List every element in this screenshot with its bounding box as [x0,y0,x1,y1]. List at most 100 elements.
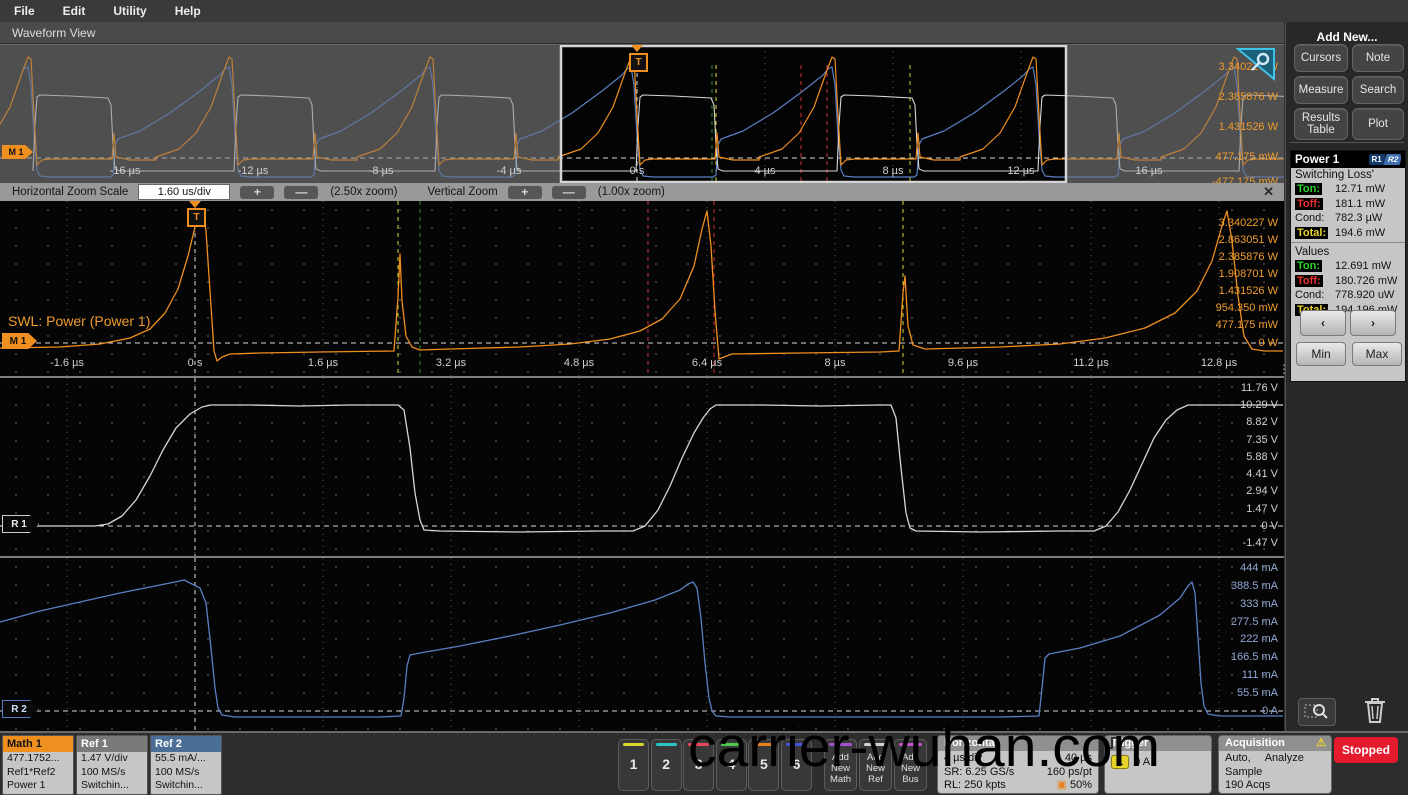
horizontal-zoom-scale-input[interactable]: 1.60 us/div [138,184,231,200]
add-new-measure-button[interactable]: Measure [1294,76,1348,104]
current-y-label: 166.5 mA [1230,651,1278,663]
menu-file[interactable]: File [0,4,49,18]
current-waveform-panel[interactable]: R 2 444 mA 388.5 mA 333 mA 277.5 mA 222 mA 16… [0,558,1284,731]
power-y-label: 2.385876 W [1218,251,1278,263]
acq-mode: Auto, [1225,752,1251,764]
record-length: RL: 250 kpts [944,779,1006,791]
voltage-y-label: 7.35 V [1246,434,1278,446]
channel-badge-ref2[interactable]: Ref 2 55.5 mA/... 100 MS/s Switchin... [150,735,222,795]
sidebar-divider [1290,142,1404,143]
badge-row: Power 1 [7,779,46,791]
zoom-toolbar: Horizontal Zoom Scale 1.60 us/div + — (2… [0,183,1284,201]
add-new-cursors-button[interactable]: Cursors [1294,44,1348,72]
channel-color-stripe [655,743,677,746]
overview-y-label: 1.431526 W [1218,121,1278,133]
channel-badge-ref1[interactable]: Ref 1 1.47 V/div 100 MS/s Switchin... [76,735,148,795]
badge-row: Ref1*Ref2 [7,765,56,778]
menu-utility[interactable]: Utility [99,4,160,18]
overview-trigger-marker[interactable]: T [629,53,648,72]
time-axis-tick: 8 µs [824,357,846,369]
menu-edit[interactable]: Edit [49,4,100,18]
hzoom-minus-button[interactable]: — [284,185,319,199]
run-stop-button[interactable]: Stopped [1334,737,1398,763]
vzoom-minus-button[interactable]: — [551,185,586,199]
watermark: carrier-wuhan.com [688,715,1160,779]
voltage-waveform-panel[interactable]: R 1 11.76 V 10.29 V 8.82 V 7.35 V 5.88 V 4.41… [0,378,1284,556]
current-y-label: 333 mA [1240,598,1278,610]
time-axis-tick: 4.8 µs [563,357,595,369]
measurement-row: Total: 194.6 mW [1295,226,1386,239]
measurement-row: Cond: 778.920 uW [1295,289,1395,301]
acquisition-panel-title: Acquisition [1225,737,1285,749]
voltage-y-label: 0 V [1261,520,1278,532]
voltage-y-label: 2.94 V [1246,485,1278,497]
values-title: Values [1295,246,1330,258]
measurement-row: Ton: 12.691 mW [1295,260,1392,272]
acq-type: Sample [1225,765,1263,778]
zoom-flag-icon[interactable] [1236,47,1276,81]
acquisition-panel[interactable]: Acquisition ⚠ Auto, Analyze Sample 190 Ac… [1218,735,1332,794]
channel-2-button[interactable]: 2 [650,739,682,791]
zoom-search-button[interactable] [1298,698,1336,726]
trash-button[interactable] [1360,694,1390,726]
measurement-row: Toff: 181.1 mW [1295,197,1386,210]
badge-row: Switchin... [81,779,129,791]
menu-help[interactable]: Help [161,4,215,18]
min-button[interactable]: Min [1296,342,1346,366]
vertical-zoom-label: Vertical Zoom [427,186,498,198]
hzoom-plus-button[interactable]: + [240,185,275,199]
channel-1-button[interactable]: 1 [618,739,649,791]
power-waveform-panel[interactable]: T SWL: Power (Power 1) M 1 3.340227 W 2.8… [0,201,1284,376]
next-result-button[interactable]: › [1350,310,1396,336]
vzoom-factor-label: (1.00x zoom) [597,186,665,198]
overview-y-label: 477.175 mW [1215,151,1278,163]
power1-source-chip: R1 R2 [1368,154,1401,165]
badge-row: 477.1752... [7,752,60,764]
time-axis-tick: 12.8 µs [1200,357,1238,369]
time-axis-tick: 0 s [187,357,203,369]
vzoom-plus-button[interactable]: + [507,185,542,199]
voltage-y-label: 4.41 V [1246,468,1278,480]
trash-icon [1365,698,1385,723]
right-sidebar: Add New... Cursors Note Measure Search Resul… [1285,22,1408,795]
overview-waveform-panel[interactable]: 3.340227 W 2.385876 W 1.431526 W 477.175 mW… [0,44,1284,184]
overview-trigger-arrow-icon[interactable] [631,45,643,52]
trigger-marker[interactable]: T [187,208,206,227]
add-new-plot-button[interactable]: Plot [1352,108,1404,140]
power-waveform [0,201,1284,376]
voltage-y-label: 11.76 V [1240,382,1278,394]
max-button[interactable]: Max [1352,342,1402,366]
badge-row: 100 MS/s [81,765,126,778]
overview-x-tick: 8 µs [882,165,904,177]
time-axis-tick: 11.2 µs [1073,357,1109,369]
badge-title: Ref 1 [77,736,147,752]
overview-y-label: 2.385876 W [1218,91,1278,103]
overview-x-tick: 0 s [629,165,645,177]
badge-row: 100 MS/s [155,765,200,778]
waveform-view-title: Waveform View [12,25,96,40]
zoom-close-icon[interactable]: ✕ [1263,184,1274,200]
add-new-results-table-button[interactable]: Results Table [1294,108,1348,140]
add-new-note-button[interactable]: Note [1352,44,1404,72]
voltage-waveform [0,378,1284,556]
add-new-search-button[interactable]: Search [1352,76,1404,104]
current-y-label: 388.5 mA [1230,580,1278,592]
current-y-label: 444 mA [1240,562,1278,574]
current-y-label: 222 mA [1240,633,1278,645]
channel-number: 1 [629,756,638,772]
badge-title: Ref 2 [151,736,221,752]
overview-x-tick: -8 µs [368,165,394,177]
waveform-view-tab[interactable]: Waveform View [0,22,1284,44]
prev-result-button[interactable]: ‹ [1300,310,1346,336]
time-axis-tick: 9.6 µs [947,357,979,369]
power-y-label: 1.908701 W [1218,268,1278,280]
current-y-label: 55.5 mA [1237,687,1278,699]
channel-badge-math1[interactable]: Math 1 477.1752... Ref1*Ref2 Power 1 [2,735,74,795]
badge-title: Math 1 [3,736,73,752]
power-y-label: 954.350 mW [1215,302,1278,314]
badge-row: 1.47 V/div [81,752,128,764]
overview-x-tick: 12 µs [1007,165,1035,177]
power-y-label: 3.340227 W [1218,217,1278,229]
power-y-label: 1.431526 W [1218,285,1278,297]
trigger-arrow-icon[interactable] [189,201,201,208]
